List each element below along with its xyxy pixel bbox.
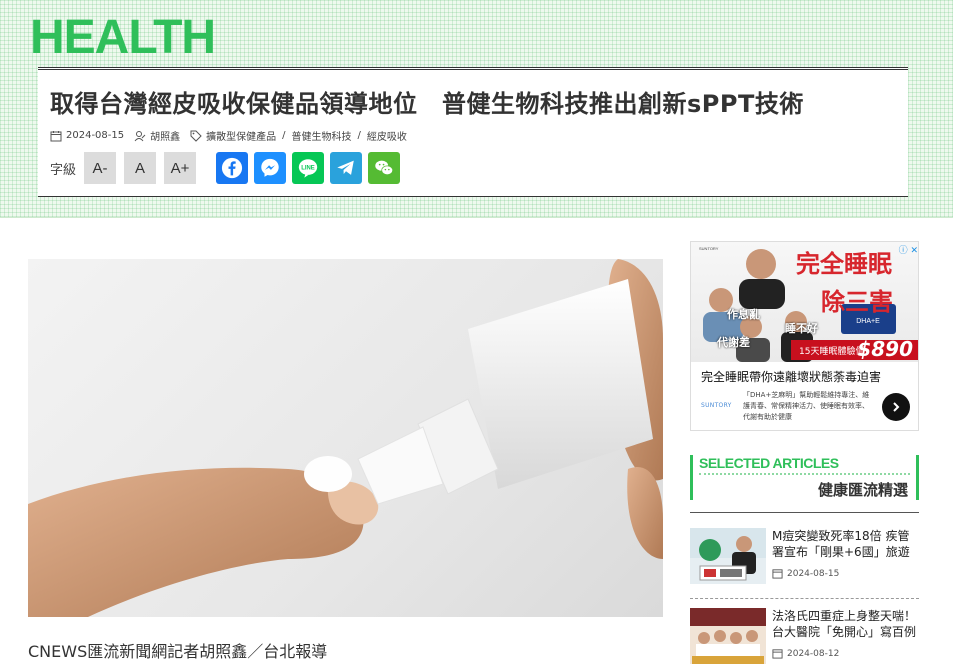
section-divider xyxy=(690,512,919,513)
article-date: 2024-08-15 xyxy=(787,568,840,579)
line-share-button[interactable]: LINE xyxy=(292,152,325,184)
ad-image: DHA+E SUNTORY 完全睡眠 除三害 作息亂 睡不好 代謝差 15天睡眠… xyxy=(691,242,918,362)
article-divider xyxy=(690,598,919,599)
article-title-link[interactable]: 法洛氏四重症上身整天喘！台大醫院「免開心」寫百例 xyxy=(772,608,919,640)
ad-price-label: 15天睡眠體驗價 xyxy=(799,346,865,357)
ad-brand-logo: SUNTORY xyxy=(701,402,732,409)
svg-text:SUNTORY: SUNTORY xyxy=(699,246,719,251)
article-controls: 字級 A- A A+ LINE xyxy=(50,152,401,184)
messenger-share-button[interactable] xyxy=(254,152,287,184)
article-header-card: 取得台灣經皮吸收保健品領導地位 普健生物科技推出創新sPPT技術 2024-08… xyxy=(38,67,908,197)
telegram-icon xyxy=(337,160,354,175)
ad-go-button[interactable] xyxy=(882,393,910,421)
share-bar: LINE xyxy=(216,152,401,184)
font-larger-button[interactable]: A+ xyxy=(164,152,197,184)
press-conference-photo xyxy=(690,528,766,584)
dotted-divider xyxy=(699,473,910,475)
ad-title[interactable]: 完全睡眠帶你遠離壞狀態荼毒迫害 xyxy=(701,368,881,385)
header-banner: HEALTH 取得台灣經皮吸收保健品領導地位 普健生物科技推出創新sPPT技術 … xyxy=(0,0,953,218)
author-icon xyxy=(134,130,146,141)
article-date-row: 2024-08-12 xyxy=(772,648,839,659)
selected-articles-title-zh: 健康匯流精選 xyxy=(817,481,908,499)
article-meta: 2024-08-15 胡照鑫 擴散型保健產品 / 普健生物科技 / 經皮吸收 xyxy=(50,128,407,143)
ad-description: 「DHA+芝麻明」幫助輕鬆維持專注、維護青春、常保精神活力、使睡眠有效率、代謝有… xyxy=(743,391,870,421)
tag-icon xyxy=(190,130,202,142)
article-date: 2024-08-15 xyxy=(66,130,125,141)
svg-text:LINE: LINE xyxy=(301,165,315,171)
selected-articles-header: SELECTED ARTICLES 健康匯流精選 xyxy=(690,455,919,500)
ad-headline-1: 完全睡眠 xyxy=(796,250,892,278)
article-byline: CNEWS匯流新聞網記者胡照鑫／台北報導 xyxy=(28,642,328,661)
facebook-share-button[interactable] xyxy=(216,152,249,184)
cream-tube-photo xyxy=(28,259,663,617)
calendar-icon xyxy=(772,569,783,579)
facebook-icon xyxy=(221,157,243,179)
tag-separator: / xyxy=(357,130,361,141)
ad-headline-2: 除三害 xyxy=(821,288,893,316)
messenger-icon xyxy=(261,158,279,177)
article-tag[interactable]: 擴散型保健產品 xyxy=(206,128,276,143)
article-date: 2024-08-12 xyxy=(787,648,840,659)
article-title-link[interactable]: M痘突變致死率18倍 疾管署宣布「剛果+6國」旅遊 xyxy=(772,528,919,560)
font-normal-button[interactable]: A xyxy=(124,152,157,184)
sidebar-ad[interactable]: DHA+E SUNTORY 完全睡眠 除三害 作息亂 睡不好 代謝差 15天睡眠… xyxy=(690,241,919,431)
line-icon: LINE xyxy=(298,159,318,178)
chevron-right-icon xyxy=(893,402,900,412)
sidebar-article[interactable]: 法洛氏四重症上身整天喘！台大醫院「免開心」寫百例 2024-08-12 xyxy=(690,608,919,670)
telegram-share-button[interactable] xyxy=(330,152,363,184)
article-tag[interactable]: 普健生物科技 xyxy=(292,128,352,143)
section-brand[interactable]: HEALTH xyxy=(30,12,216,64)
ad-price: $890 xyxy=(857,337,913,361)
wechat-icon xyxy=(375,160,394,176)
article-date-row: 2024-08-15 xyxy=(772,568,839,579)
article-tag[interactable]: 經皮吸收 xyxy=(367,128,407,143)
ad-tag: 代謝差 xyxy=(717,336,750,349)
ad-tag: 睡不好 xyxy=(785,322,818,335)
font-size-label: 字級 xyxy=(50,162,77,178)
svg-text:DHA+E: DHA+E xyxy=(856,318,880,325)
sidebar-article[interactable]: M痘突變致死率18倍 疾管署宣布「剛果+6國」旅遊 2024-08-15 xyxy=(690,528,919,590)
article-author[interactable]: 胡照鑫 xyxy=(150,128,180,143)
calendar-icon xyxy=(772,649,783,659)
wechat-share-button[interactable] xyxy=(368,152,401,184)
selected-articles-title-en: SELECTED ARTICLES xyxy=(699,455,839,471)
ad-close-icon[interactable]: ⓘ ✕ xyxy=(899,243,918,256)
calendar-icon xyxy=(50,130,62,141)
article-title: 取得台灣經皮吸收保健品領導地位 普健生物科技推出創新sPPT技術 xyxy=(50,90,804,118)
ad-tag: 作息亂 xyxy=(727,308,760,321)
article-thumbnail[interactable] xyxy=(690,608,766,664)
article-thumbnail[interactable] xyxy=(690,528,766,584)
font-smaller-button[interactable]: A- xyxy=(84,152,117,184)
article-hero-image xyxy=(28,259,663,617)
hospital-group-photo xyxy=(690,608,766,664)
tag-separator: / xyxy=(282,130,286,141)
ad-price-bar: 15天睡眠體驗價 $890 xyxy=(791,337,918,361)
